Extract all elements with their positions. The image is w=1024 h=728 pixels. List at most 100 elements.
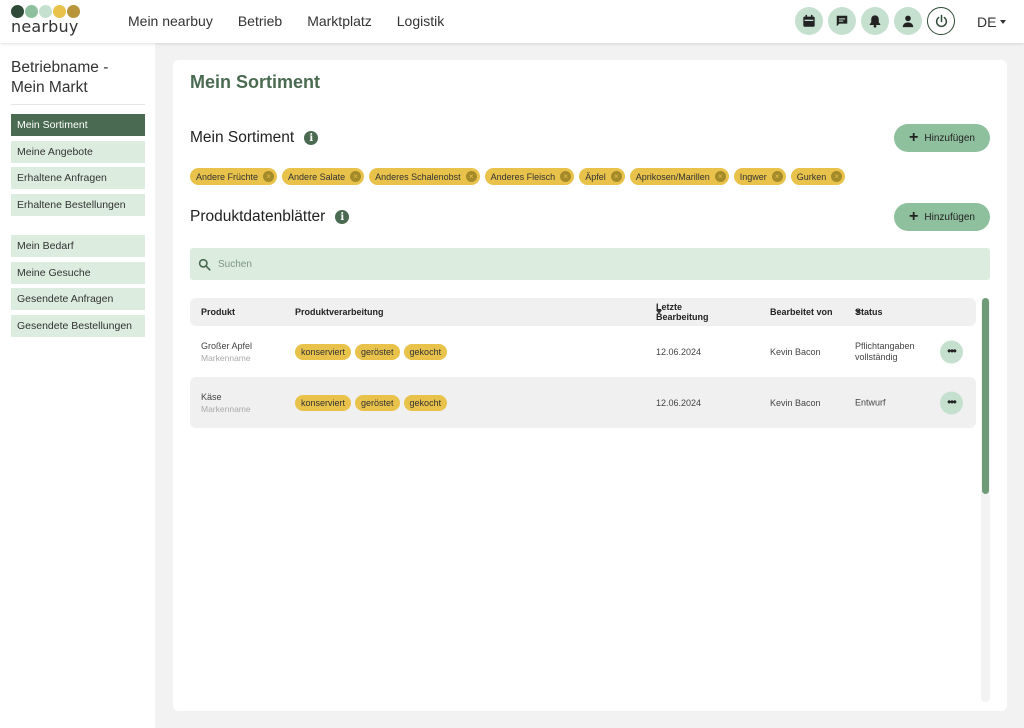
edited-by: Kevin Bacon xyxy=(770,397,821,408)
last-edit-date: 12.06.2024 xyxy=(656,397,702,408)
last-edit-date: 12.06.2024 xyxy=(656,346,702,357)
add-sortiment-button[interactable]: + Hinzufügen xyxy=(894,124,990,152)
sortiment-chip: Aprikosen/Marillen × xyxy=(629,168,729,185)
sort-down-icon xyxy=(656,310,662,314)
sortiment-section-title: Mein Sortiment xyxy=(190,129,295,146)
user-icon xyxy=(902,15,914,28)
remove-chip-icon[interactable]: × xyxy=(465,171,477,182)
table-header: Produkt Produktverarbeitung Letzte Bearb… xyxy=(190,298,976,326)
sidebar-group-purchase: Mein Bedarf Meine Gesuche Gesendete Anfr… xyxy=(11,235,145,337)
sidebar-item-gesendete-anfragen[interactable]: Gesendete Anfragen xyxy=(11,288,145,310)
sortiment-chip: Gurken × xyxy=(790,168,846,185)
chip-label: Aprikosen/Marillen xyxy=(635,171,710,182)
processing-chips: konserviert geröstet gekocht xyxy=(295,394,448,411)
remove-chip-icon[interactable]: × xyxy=(560,171,572,182)
calendar-button[interactable] xyxy=(795,7,823,35)
sidebar-item-mein-sortiment[interactable]: Mein Sortiment xyxy=(11,114,145,136)
chip-label: Äpfel xyxy=(585,171,606,182)
row-more-button[interactable]: ••• xyxy=(940,340,963,363)
product-name: Käse xyxy=(201,391,222,402)
product-name: Großer Apfel xyxy=(201,340,253,351)
status-text: Entwurf xyxy=(855,397,886,407)
language-label: DE xyxy=(977,14,997,30)
sidebar-item-erhaltene-bestellungen[interactable]: Erhaltene Bestellungen xyxy=(11,193,145,216)
notifications-button[interactable] xyxy=(861,7,889,35)
chip-label: Andere Früchte xyxy=(196,171,259,182)
remove-chip-icon[interactable]: × xyxy=(771,171,783,182)
nearbuy-logo[interactable]: nearbuy xyxy=(11,5,86,37)
info-icon[interactable]: i xyxy=(304,131,319,145)
processing-chip: gekocht xyxy=(403,343,448,360)
sidebar-item-gesendete-bestellungen[interactable]: Gesendete Bestellungen xyxy=(11,314,145,337)
remove-chip-icon[interactable]: × xyxy=(714,171,726,182)
bell-icon xyxy=(869,15,881,28)
plus-icon: + xyxy=(909,129,919,146)
row-more-button[interactable]: ••• xyxy=(940,391,963,414)
sortiment-chip: Anderes Schalenobst × xyxy=(369,168,480,185)
chip-label: Anderes Fleisch xyxy=(490,171,556,182)
main-content-card: Mein Sortiment Mein Sortiment i + Hinzuf… xyxy=(173,60,1007,711)
sidebar-group-sales: Mein Sortiment Meine Angebote Erhaltene … xyxy=(11,114,145,216)
top-navigation: nearbuy Mein nearbuy Betrieb Marktplatz … xyxy=(0,0,1024,43)
nav-icon-group xyxy=(795,7,955,35)
product-brand: Markenname xyxy=(201,352,251,363)
logo-text: nearbuy xyxy=(11,17,79,36)
page-title: Mein Sortiment xyxy=(190,72,321,92)
sidebar-title: Betriebname - Mein Markt xyxy=(11,58,145,105)
chip-label: Gurken xyxy=(796,171,827,182)
remove-chip-icon[interactable]: × xyxy=(350,171,362,182)
power-icon xyxy=(935,14,947,27)
add-button-label: Hinzufügen xyxy=(924,132,975,144)
sidebar-item-erhaltene-anfragen[interactable]: Erhaltene Anfragen xyxy=(11,167,145,189)
processing-chip: geröstet xyxy=(355,343,400,360)
sidebar-item-meine-gesuche[interactable]: Meine Gesuche xyxy=(11,261,145,284)
product-cell: Käse Markenname xyxy=(201,392,251,414)
chip-label: Ingwer xyxy=(739,171,767,182)
more-dots-icon: ••• xyxy=(947,345,957,358)
datasheets-section-header: Produktdatenblätter i xyxy=(190,208,350,226)
scrollbar-thumb[interactable] xyxy=(982,298,989,494)
sortiment-section-header: Mein Sortiment i xyxy=(190,129,319,147)
add-datasheet-button[interactable]: + Hinzufügen xyxy=(894,203,990,231)
header-edited-by[interactable]: Bearbeitet von xyxy=(770,307,833,317)
remove-chip-icon[interactable]: × xyxy=(831,171,843,182)
product-brand: Markenname xyxy=(201,403,251,414)
processing-chip: konserviert xyxy=(295,343,352,360)
processing-chip: geröstet xyxy=(355,394,400,411)
table-row[interactable]: Käse Markenname konserviert geröstet gek… xyxy=(190,377,976,428)
search-input[interactable] xyxy=(218,258,918,270)
nav-link-logistik[interactable]: Logistik xyxy=(397,13,444,29)
search-icon xyxy=(198,258,211,271)
nav-link-betrieb[interactable]: Betrieb xyxy=(238,13,282,29)
profile-button[interactable] xyxy=(894,7,922,35)
datasheets-section-title: Produktdatenblätter xyxy=(190,208,326,225)
header-product[interactable]: Produkt xyxy=(201,307,235,317)
sortiment-chip: Andere Früchte × xyxy=(190,168,278,185)
language-selector[interactable]: DE xyxy=(977,14,1007,30)
chat-button[interactable] xyxy=(828,7,856,35)
nav-link-mein-nearbuy[interactable]: Mein nearbuy xyxy=(128,13,213,29)
chip-label: Anderes Schalenobst xyxy=(375,171,461,182)
datasheets-table: Produkt Produktverarbeitung Letzte Bearb… xyxy=(190,298,976,428)
header-processing[interactable]: Produktverarbeitung xyxy=(295,307,384,317)
table-scrollbar[interactable] xyxy=(981,298,990,702)
add-button-label: Hinzufügen xyxy=(924,211,975,223)
sortiment-chip: Andere Salate × xyxy=(282,168,365,185)
info-icon[interactable]: i xyxy=(335,210,350,224)
edited-by: Kevin Bacon xyxy=(770,346,821,357)
main-nav-links: Mein nearbuy Betrieb Marktplatz Logistik xyxy=(128,13,444,29)
sortiment-chip: Äpfel × xyxy=(579,168,625,185)
sidebar-item-meine-angebote[interactable]: Meine Angebote xyxy=(11,140,145,163)
remove-chip-icon[interactable]: × xyxy=(263,171,275,182)
logout-button[interactable] xyxy=(927,7,955,35)
sortiment-chip: Ingwer × xyxy=(733,168,786,185)
chevron-down-icon xyxy=(1000,20,1007,24)
table-row[interactable]: Großer Apfel Markenname konserviert gerö… xyxy=(190,326,976,377)
sidebar-item-mein-bedarf[interactable]: Mein Bedarf xyxy=(11,235,145,257)
nav-link-marktplatz[interactable]: Marktplatz xyxy=(307,13,372,29)
sidebar: Betriebname - Mein Markt Mein Sortiment … xyxy=(0,43,155,728)
product-cell: Großer Apfel Markenname xyxy=(201,341,252,363)
remove-chip-icon[interactable]: × xyxy=(610,171,622,182)
chip-label: Andere Salate xyxy=(288,171,346,182)
sortiment-chip-list: Andere Früchte × Andere Salate × Anderes S… xyxy=(190,168,846,185)
